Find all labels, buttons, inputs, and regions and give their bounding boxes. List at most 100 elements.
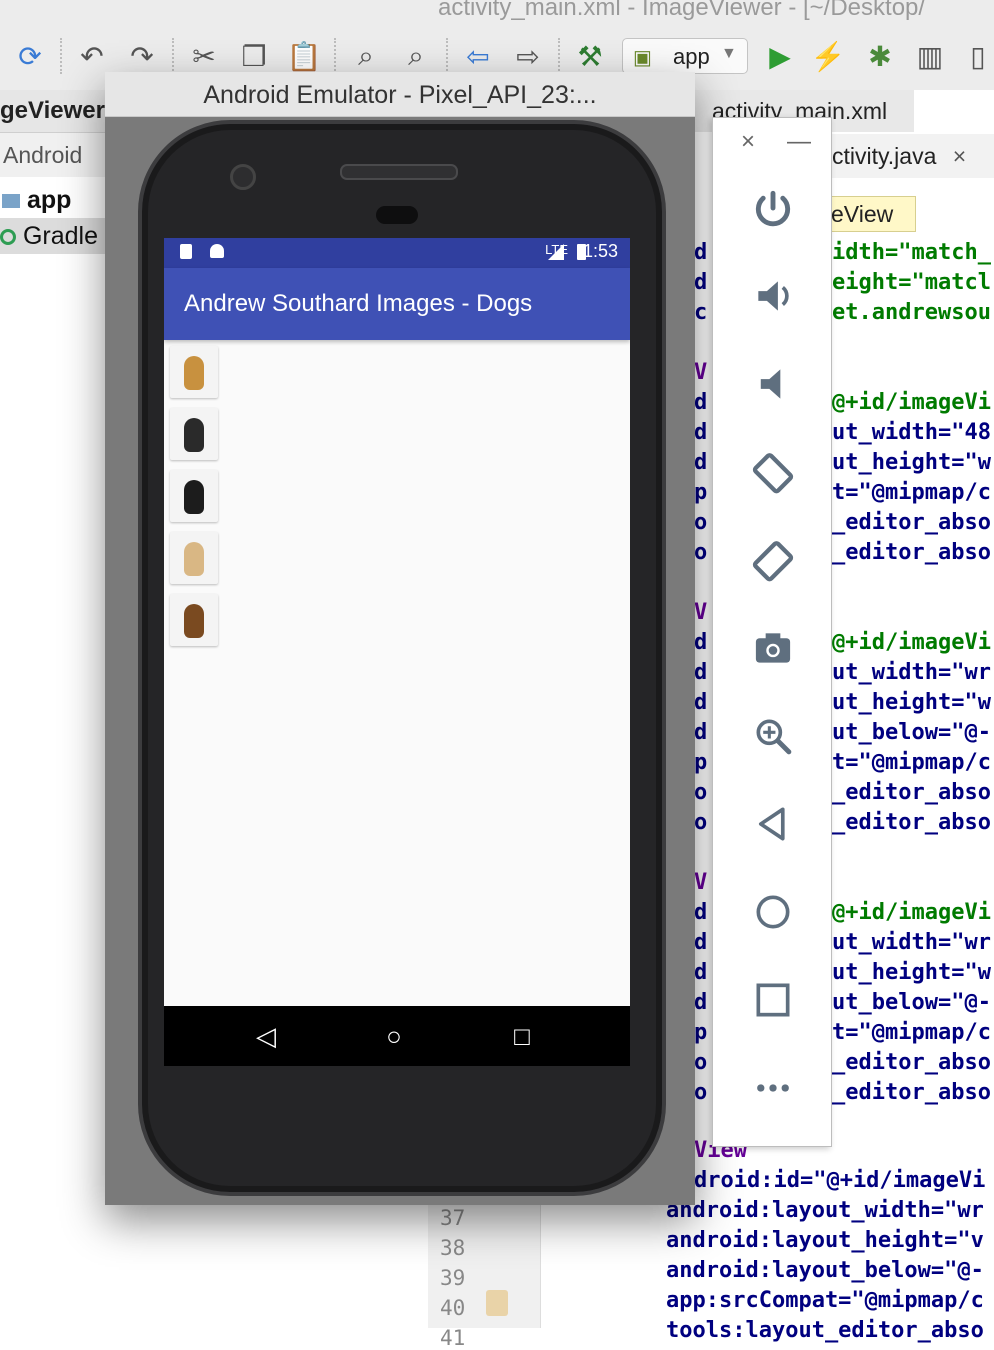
power-button[interactable] <box>747 182 799 234</box>
debug-icon[interactable]: ✱ <box>862 38 898 74</box>
project-panel: geViewer Android app Gradle <box>0 90 109 1328</box>
code-line-fragment: d <box>694 240 708 265</box>
rotate-right-button[interactable] <box>747 534 799 586</box>
nav-overview-icon[interactable]: □ <box>502 1016 542 1056</box>
dog-thumbnail-golden-retriever[interactable] <box>170 346 218 398</box>
code-line-fragment: d <box>694 690 708 715</box>
minimize-icon[interactable]: — <box>787 128 811 156</box>
redo-icon[interactable]: ↷ <box>124 38 160 74</box>
cut-icon[interactable]: ✂ <box>186 38 222 74</box>
home-icon <box>756 895 790 929</box>
dog-gutter-thumbnail-icon <box>486 1290 508 1316</box>
code-line-fragment: d <box>694 720 708 745</box>
copy-icon[interactable]: ❐ <box>236 38 272 74</box>
code-line-fragment: o <box>694 810 708 835</box>
more-button[interactable] <box>747 1062 799 1114</box>
earpiece-speaker <box>340 164 458 180</box>
code-line: android:layout_below="@- <box>666 1258 984 1283</box>
code-line-fragment: d <box>694 450 708 475</box>
code-line: android:layout_width="wr <box>666 1198 984 1223</box>
volume-down-icon <box>760 369 781 399</box>
build-hammer-icon[interactable]: ⚒ <box>572 38 608 74</box>
forward-nav-icon[interactable]: ⇨ <box>510 38 546 74</box>
chevron-down-icon: ▼ <box>721 45 737 62</box>
code-line-fragment: d <box>694 930 708 955</box>
nav-home-icon[interactable]: ○ <box>374 1016 414 1056</box>
replace-icon[interactable]: ⌕ <box>398 38 434 74</box>
back-nav-icon[interactable]: ⇦ <box>460 38 496 74</box>
tab-main-activity-java[interactable]: ctivity.java × <box>826 134 994 178</box>
nav-back-icon[interactable]: ◁ <box>246 1016 286 1056</box>
project-view-selector[interactable]: Android <box>0 133 109 177</box>
overview-button[interactable] <box>747 974 799 1026</box>
device-icon[interactable]: ▯ <box>960 38 994 74</box>
tree-item-label: app <box>26 186 72 214</box>
find-icon[interactable]: ⌕ <box>348 38 384 74</box>
dog-figure <box>184 542 204 576</box>
code-line: idth="match_ <box>832 240 991 265</box>
tree-item-app[interactable]: app <box>0 182 106 218</box>
code-line-fragment: d <box>694 630 708 655</box>
code-line-fragment: p <box>694 750 708 775</box>
run-icon[interactable]: ▶ <box>762 38 798 74</box>
dog-figure <box>184 418 204 452</box>
emulator-controls-panel: × — <box>712 117 832 1147</box>
home-button[interactable] <box>747 886 799 938</box>
emulator-title[interactable]: Android Emulator - Pixel_API_23:... <box>105 72 695 117</box>
sd-card-icon <box>180 244 192 259</box>
profiler-icon[interactable]: ▥ <box>912 38 948 74</box>
ide-title-bar: activity_main.xml - ImageViewer - [~/Des… <box>0 0 994 24</box>
app-title: Andrew Southard Images - Dogs <box>184 290 533 317</box>
run-config-dropdown[interactable]: ▣ app ▼ <box>622 38 748 74</box>
line-number: 37 <box>440 1206 466 1230</box>
code-line-fragment: o <box>694 1080 708 1105</box>
sync-icon[interactable]: ⟳ <box>12 38 48 74</box>
tree-item-gradle[interactable]: Gradle <box>0 218 106 254</box>
code-line: _editor_abso <box>832 510 991 535</box>
breadcrumb[interactable]: eView <box>830 196 916 232</box>
apply-changes-icon[interactable]: ⚡ <box>810 38 846 74</box>
rotate-left-icon <box>752 453 794 494</box>
screenshot-button[interactable] <box>747 622 799 674</box>
back-button[interactable] <box>747 798 799 850</box>
phone-frame: LTE 1:53 Andrew Southard Images - Dogs ◁… <box>138 120 666 1196</box>
android-module-icon: ▣ <box>633 47 652 69</box>
code-line: _editor_abso <box>832 810 991 835</box>
device-screen[interactable]: LTE 1:53 Andrew Southard Images - Dogs <box>164 238 630 1066</box>
code-line-fragment: p <box>694 1020 708 1045</box>
line-number-gutter: 37 38 39 40 41 <box>428 1198 541 1350</box>
code-line: ut_height="w <box>832 690 991 715</box>
more-icon <box>757 1084 789 1092</box>
close-icon[interactable]: × <box>741 128 755 156</box>
line-number: 41 <box>440 1326 466 1350</box>
code-line: droid:id="@+id/imageVi <box>694 1168 986 1193</box>
volume-up-icon <box>758 281 789 311</box>
code-line: t="@mipmap/c <box>832 480 991 505</box>
dog-thumbnail-yellow-labrador[interactable] <box>170 532 218 584</box>
rotate-left-button[interactable] <box>747 446 799 498</box>
line-number: 38 <box>440 1236 466 1260</box>
line-number: 40 <box>440 1296 466 1320</box>
zoom-icon <box>756 719 792 755</box>
tab-close-icon[interactable]: × <box>953 143 966 169</box>
code-line: ut_width="wr <box>832 660 991 685</box>
back-icon <box>758 807 785 841</box>
code-line-fragment: o <box>694 510 708 535</box>
undo-icon[interactable]: ↶ <box>74 38 110 74</box>
code-line-fragment: d <box>694 390 708 415</box>
emulator-window: Android Emulator - Pixel_API_23:... LTE … <box>105 72 695 1205</box>
code-line-fragment: d <box>694 900 708 925</box>
dog-thumbnail-bernese-mountain-dog[interactable] <box>170 470 218 522</box>
dog-figure <box>184 604 204 638</box>
code-line-fragment: d <box>694 990 708 1015</box>
signal-icon <box>548 244 564 260</box>
folder-icon <box>2 194 20 209</box>
dog-thumbnail-german-shepherd[interactable] <box>170 594 218 646</box>
tree-item-label: Gradle <box>22 222 98 250</box>
zoom-button[interactable] <box>747 710 799 762</box>
dog-thumbnail-small-black-tan-dog[interactable] <box>170 408 218 460</box>
volume-up-button[interactable] <box>747 270 799 322</box>
proximity-sensor <box>376 206 418 224</box>
volume-down-button[interactable] <box>747 358 799 410</box>
paste-icon[interactable]: 📋 <box>286 38 322 74</box>
